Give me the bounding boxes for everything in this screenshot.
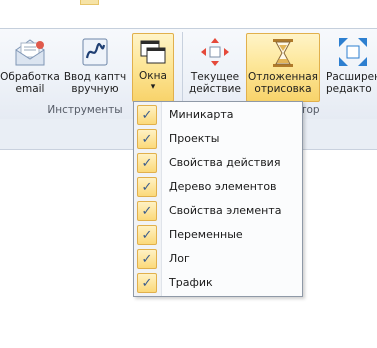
menu-item-variables[interactable]: ✓ Переменные xyxy=(134,223,302,247)
captcha-icon xyxy=(82,38,108,66)
menu-item-minimap[interactable]: ✓ Миникарта xyxy=(134,103,302,127)
expand-arrows-icon xyxy=(339,38,367,66)
manual-captcha-label: Ввод каптч вручную xyxy=(63,71,127,95)
menu-item-action-properties[interactable]: ✓ Свойства действия xyxy=(134,151,302,175)
menu-item-label: Переменные xyxy=(169,228,243,241)
menu-item-element-properties[interactable]: ✓ Свойства элемента xyxy=(134,199,302,223)
checkmark-icon: ✓ xyxy=(137,153,157,173)
menu-item-element-tree[interactable]: ✓ Дерево элементов xyxy=(134,175,302,199)
title-area xyxy=(0,0,377,28)
menu-item-label: Дерево элементов xyxy=(169,180,277,193)
envelope-icon xyxy=(15,39,45,66)
checkmark-icon: ✓ xyxy=(137,249,157,269)
extended-editor-button[interactable]: Расширенн редакто xyxy=(322,32,377,102)
menu-item-label: Свойства элемента xyxy=(169,204,282,217)
current-action-label: Текущее действие xyxy=(189,71,241,95)
group-label-editor: тор xyxy=(300,104,320,116)
menu-item-label: Лог xyxy=(169,252,190,265)
checkmark-icon: ✓ xyxy=(137,225,157,245)
current-action-button[interactable]: Текущее действие xyxy=(188,32,242,102)
extended-editor-label: Расширенн редакто xyxy=(326,71,377,95)
menu-item-projects[interactable]: ✓ Проекты xyxy=(134,127,302,151)
checkmark-icon: ✓ xyxy=(137,105,157,125)
windows-label: Окна xyxy=(139,70,167,82)
menu-item-label: Миникарта xyxy=(169,108,234,121)
manual-captcha-button[interactable]: Ввод каптч вручную xyxy=(62,32,128,102)
menu-item-traffic[interactable]: ✓ Трафик xyxy=(134,271,302,295)
email-processing-button[interactable]: Обработка email xyxy=(0,32,60,102)
deferred-render-label: Отложенная отрисовка xyxy=(248,71,318,95)
windows-dropdown-menu: ✓ Миникарта ✓ Проекты ✓ Свойства действи… xyxy=(133,101,303,297)
checkmark-icon: ✓ xyxy=(137,177,157,197)
chevron-down-icon: ▾ xyxy=(150,82,156,92)
checkmark-icon: ✓ xyxy=(137,273,157,293)
menu-item-label: Свойства действия xyxy=(169,156,281,169)
windows-icon xyxy=(140,40,166,64)
windows-button[interactable]: Окна ▾ xyxy=(132,33,174,102)
active-tab-indicator xyxy=(80,0,99,5)
checkmark-icon: ✓ xyxy=(137,129,157,149)
deferred-render-button[interactable]: Отложенная отрисовка xyxy=(246,33,320,102)
menu-item-label: Трафик xyxy=(169,276,213,289)
menu-item-label: Проекты xyxy=(169,132,220,145)
target-arrows-icon xyxy=(201,38,229,66)
group-label-tools: Инструменты xyxy=(47,104,123,116)
checkmark-icon: ✓ xyxy=(137,201,157,221)
email-processing-label: Обработка email xyxy=(0,71,60,95)
hourglass-icon xyxy=(273,39,293,67)
menu-item-log[interactable]: ✓ Лог xyxy=(134,247,302,271)
